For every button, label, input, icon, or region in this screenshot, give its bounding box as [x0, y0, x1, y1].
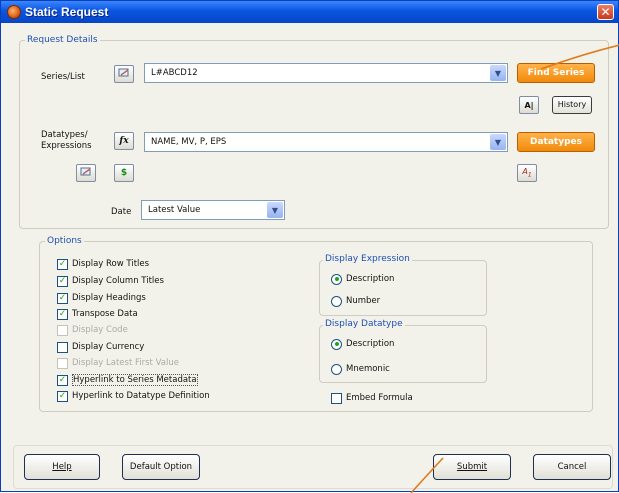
fx-button[interactable]: fx — [114, 132, 134, 150]
radio-circle[interactable] — [331, 363, 342, 375]
close-icon[interactable]: ✕ — [597, 4, 614, 20]
checkbox-box[interactable]: ✓ — [57, 390, 68, 402]
option-checkbox-row[interactable]: Display Currency — [57, 340, 144, 354]
datatypes-label-1: Datatypes/ — [41, 130, 88, 140]
dollar-icon: $ — [120, 168, 128, 178]
expression-builder-button[interactable]: A1 — [517, 164, 537, 182]
datatypes-combo[interactable]: NAME, MV, P, EPS ▼ — [144, 132, 508, 152]
series-combo[interactable]: L#ABCD12 ▼ — [144, 63, 508, 83]
expression-number-radio[interactable]: Number — [331, 294, 380, 308]
checkbox-label: Hyperlink to Datatype Definition — [72, 391, 210, 401]
help-button-label: Help — [52, 462, 72, 472]
checkbox-box[interactable]: ✓ — [57, 374, 68, 386]
fx-icon: fx — [119, 136, 129, 146]
checkbox-box[interactable] — [331, 392, 342, 404]
radio-circle[interactable] — [331, 273, 342, 285]
checkbox-box[interactable] — [57, 341, 68, 353]
option-checkbox-row: Display Latest First Value — [57, 356, 179, 370]
checkbox-label: Display Column Titles — [72, 276, 164, 286]
radio-label: Description — [346, 274, 395, 284]
expression-description-radio[interactable]: Description — [331, 272, 394, 286]
submit-button-label: Submit — [456, 462, 488, 472]
history-button[interactable]: History — [552, 96, 592, 114]
datatypes-value: NAME, MV, P, EPS — [151, 137, 227, 147]
datatype-mnemonic-radio[interactable]: Mnemonic — [331, 362, 390, 376]
option-checkbox-row: Display Code — [57, 323, 128, 337]
radio-circle[interactable] — [331, 338, 342, 350]
cancel-button[interactable]: Cancel — [533, 454, 611, 480]
default-option-button[interactable]: Default Option — [122, 454, 200, 480]
chevron-down-icon[interactable]: ▼ — [267, 202, 283, 218]
checkbox-label: Transpose Data — [72, 309, 138, 319]
options-legend: Options — [45, 236, 84, 246]
checkbox-box — [57, 357, 68, 369]
option-checkbox-row[interactable]: ✓ Display Headings — [57, 291, 146, 305]
window-title: Static Request — [25, 5, 109, 19]
series-label: Series/List — [41, 72, 85, 82]
display-datatype-legend: Display Datatype — [323, 319, 405, 329]
checkbox-box[interactable]: ✓ — [57, 292, 68, 304]
currency-button[interactable]: $ — [114, 164, 134, 182]
text-icon: A| — [524, 100, 534, 110]
date-combo[interactable]: Latest Value ▼ — [141, 200, 285, 220]
button-panel — [13, 445, 613, 489]
display-expression-legend: Display Expression — [323, 254, 412, 264]
radio-label: Mnemonic — [346, 364, 390, 374]
option-checkbox-row[interactable]: ✓ Transpose Data — [57, 307, 138, 321]
radio-label: Number — [346, 296, 381, 306]
edit-list-icon — [118, 68, 130, 81]
title-bar: Static Request ✕ — [1, 1, 618, 23]
option-checkbox-row[interactable]: ✓ Display Row Titles — [57, 257, 149, 271]
text-icon: A1 — [522, 167, 532, 179]
request-details-legend: Request Details — [25, 35, 100, 45]
datatypes-label-2: Expressions — [41, 141, 92, 151]
checkbox-box[interactable]: ✓ — [57, 258, 68, 270]
date-value: Latest Value — [148, 205, 201, 215]
checkbox-label: Embed Formula — [346, 393, 413, 403]
option-checkbox-row[interactable]: ✓ Hyperlink to Series Metadata — [57, 373, 198, 387]
embed-formula-checkbox[interactable]: Embed Formula — [331, 391, 413, 405]
find-series-button[interactable]: Find Series — [517, 63, 595, 83]
edit-datatypes-button[interactable] — [76, 164, 96, 182]
radio-circle[interactable] — [331, 295, 342, 307]
checkbox-box[interactable]: ✓ — [57, 275, 68, 287]
checkbox-box — [57, 324, 68, 336]
text-format-button[interactable]: A| — [519, 96, 539, 114]
checkbox-label: Display Latest First Value — [72, 358, 179, 368]
datatypes-button[interactable]: Datatypes — [517, 132, 595, 152]
checkbox-label: Display Headings — [72, 293, 146, 303]
static-request-dialog: Static Request ✕ Request Details Series/… — [0, 0, 619, 493]
submit-button[interactable]: Submit — [433, 454, 511, 480]
checkbox-label: Display Code — [72, 325, 128, 335]
checkbox-box[interactable]: ✓ — [57, 308, 68, 320]
series-value: L#ABCD12 — [151, 68, 198, 78]
app-icon — [7, 5, 21, 19]
radio-label: Description — [346, 339, 395, 349]
checkbox-label: Hyperlink to Series Metadata — [72, 374, 198, 386]
edit-series-button[interactable] — [114, 65, 134, 83]
chevron-down-icon[interactable]: ▼ — [490, 65, 506, 81]
option-checkbox-row[interactable]: ✓ Hyperlink to Datatype Definition — [57, 389, 210, 403]
option-checkbox-row[interactable]: ✓ Display Column Titles — [57, 274, 164, 288]
checkbox-label: Display Currency — [72, 342, 145, 352]
date-label: Date — [111, 207, 132, 217]
help-button[interactable]: Help — [24, 454, 100, 480]
checkbox-label: Display Row Titles — [72, 259, 150, 269]
datatype-description-radio[interactable]: Description — [331, 337, 394, 351]
chevron-down-icon[interactable]: ▼ — [490, 134, 506, 150]
edit-list-icon — [80, 167, 92, 180]
